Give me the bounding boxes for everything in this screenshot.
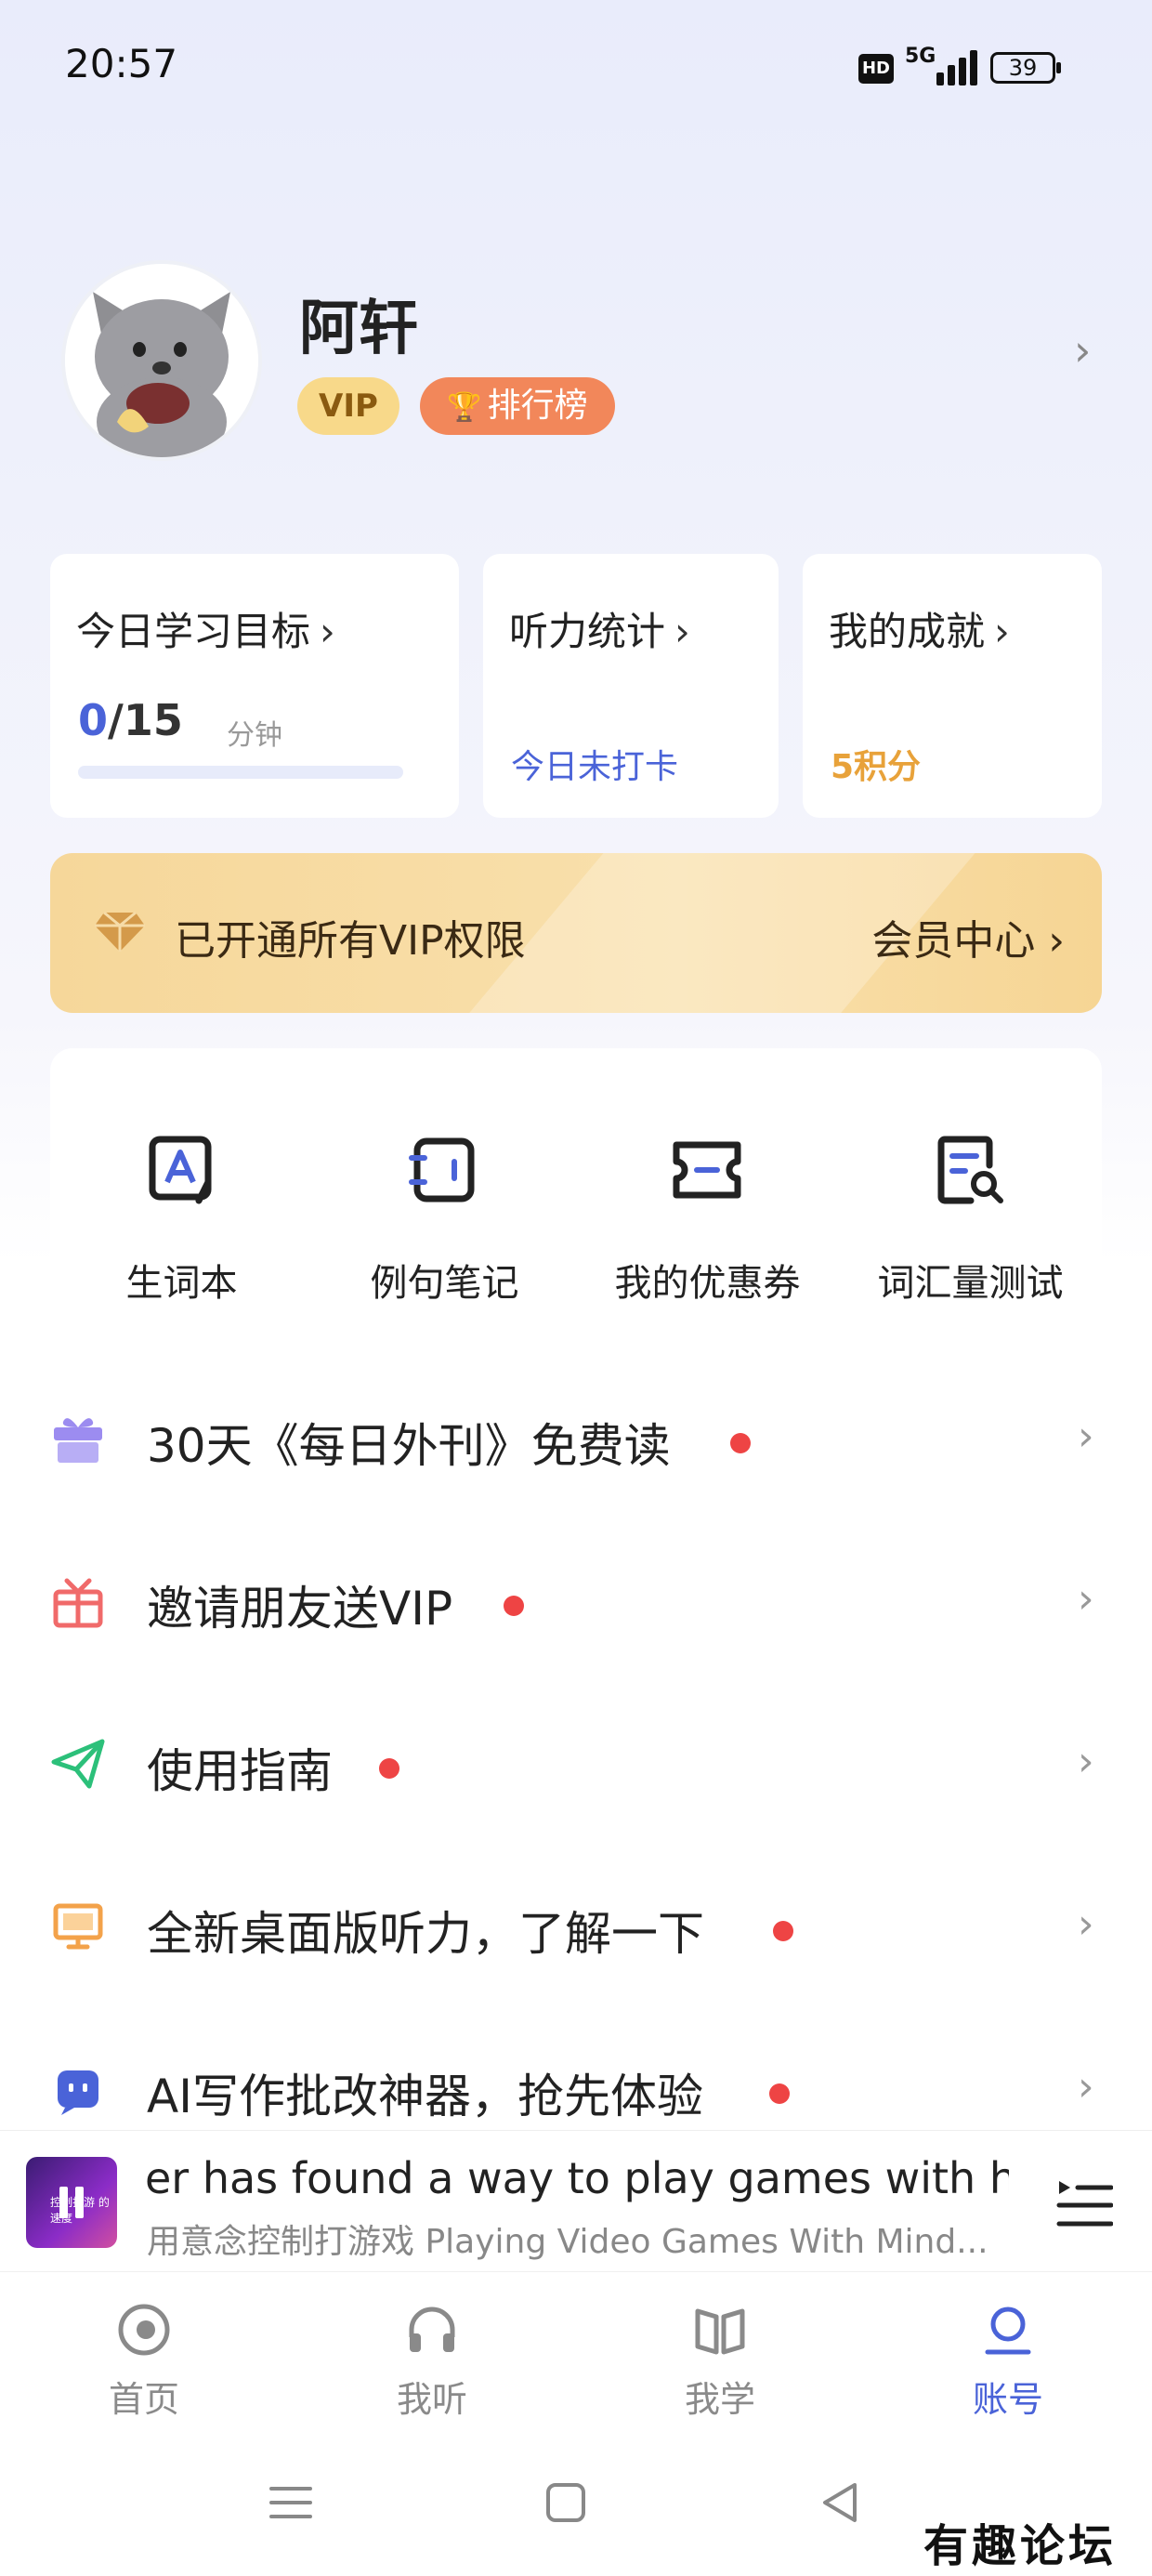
chevron-right-icon: ›: [1078, 2063, 1094, 2110]
paper-plane-icon: [51, 1739, 105, 1789]
menu-item-user-guide[interactable]: 使用指南 ›: [0, 1688, 1152, 1850]
tab-account[interactable]: 账号: [864, 2272, 1152, 2436]
coupon-icon: [673, 1141, 741, 1199]
book-icon: [695, 2308, 745, 2355]
diamond-icon: [95, 911, 145, 952]
vocab-test-label: 词汇量测试: [877, 1262, 1064, 1305]
menu-label: 使用指南: [147, 1744, 333, 1798]
menu-item-daily-magazine[interactable]: 30天《每日外刊》免费读 ›: [0, 1362, 1152, 1525]
chevron-right-icon: ›: [1078, 1575, 1094, 1623]
tab-study[interactable]: 我学: [576, 2272, 864, 2436]
vip-status-text: 已开通所有VIP权限: [175, 917, 526, 965]
status-bar: 20:57 HD 5G 39: [0, 0, 1152, 139]
sentence-notes-button[interactable]: 例句笔记: [313, 1048, 576, 1327]
daily-goal-card[interactable]: 今日学习目标 › 0/15 分钟: [50, 554, 459, 818]
member-center-link[interactable]: 会员中心 ›: [871, 907, 1065, 966]
bottom-tab-bar: 首页 我听 我学 账号: [0, 2271, 1152, 2436]
gift-icon: [53, 1578, 103, 1628]
listening-status: 今日未打卡: [511, 748, 679, 786]
tools-grid: 生词本 例句笔记 我的优惠券 词汇量测试: [50, 1048, 1102, 1327]
menu-label: 邀请朋友送VIP: [147, 1582, 453, 1636]
leaderboard-label: 排行榜: [487, 387, 588, 425]
daily-goal-title: 今日学习目标: [76, 609, 311, 654]
daily-goal-value: 0/15: [78, 695, 183, 745]
achievement-card[interactable]: 我的成就 › 5积分: [803, 554, 1102, 818]
signal-icon: [936, 48, 983, 85]
menu-icon[interactable]: [268, 2479, 314, 2526]
ai-robot-icon: [58, 2070, 98, 2115]
pause-icon[interactable]: [59, 2187, 84, 2218]
menu-label: 30天《每日外刊》免费读: [147, 1419, 671, 1473]
vocab-test-icon: [937, 1136, 1003, 1204]
menu-label: 全新桌面版听力，了解一下: [147, 1907, 704, 1961]
coupon-button[interactable]: 我的优惠券: [576, 1048, 839, 1327]
account-icon: [985, 2307, 1031, 2355]
red-dot-badge: [730, 1433, 751, 1453]
tab-label: 首页: [108, 2379, 179, 2420]
chevron-right-icon: ›: [1078, 1738, 1094, 1785]
status-time: 20:57: [65, 41, 178, 86]
chevron-right-icon: ›: [1078, 1900, 1094, 1948]
battery-icon: 39: [990, 52, 1061, 84]
menu-item-invite-friends[interactable]: 邀请朋友送VIP ›: [0, 1525, 1152, 1688]
player-subtitle: 用意念控制打游戏 Playing Video Games With Mind..…: [147, 2223, 988, 2261]
vocabulary-book-button[interactable]: 生词本: [50, 1048, 313, 1327]
chevron-right-icon: ›: [674, 609, 690, 654]
player-cover[interactable]: 控制打游 的速度: [26, 2157, 117, 2248]
back-icon[interactable]: [818, 2479, 864, 2526]
red-dot-badge: [769, 2083, 790, 2104]
red-dot-badge: [379, 1758, 399, 1779]
user-name: 阿轩: [299, 295, 418, 363]
avatar[interactable]: [61, 260, 262, 461]
vocabulary-book-label: 生词本: [125, 1262, 238, 1305]
vocabulary-book-icon: [149, 1136, 212, 1204]
tab-home[interactable]: 首页: [0, 2272, 288, 2436]
coupon-label: 我的优惠券: [614, 1262, 801, 1305]
listening-stats-card[interactable]: 听力统计 › 今日未打卡: [483, 554, 779, 818]
playlist-icon[interactable]: [1055, 2177, 1113, 2229]
chevron-right-icon: ›: [1048, 917, 1065, 965]
achievement-title: 我的成就: [829, 609, 986, 654]
daily-goal-progress-bar: [78, 766, 403, 779]
player-title: er has found a way to play games with he…: [145, 2153, 1009, 2203]
monitor-icon: [53, 1903, 103, 1950]
tab-label: 我学: [684, 2379, 755, 2420]
chevron-right-icon: ›: [994, 609, 1010, 654]
chevron-right-icon: ›: [320, 609, 335, 654]
profile-header[interactable]: 阿轩 VIP 🏆 排行榜 ›: [61, 260, 1111, 461]
daily-goal-unit: 分钟: [227, 719, 282, 752]
mini-player[interactable]: 控制打游 的速度 er has found a way to play game…: [0, 2130, 1152, 2272]
menu-label: AI写作批改神器，抢先体验: [147, 2070, 703, 2123]
chevron-right-icon: ›: [1074, 325, 1092, 375]
home-square-icon[interactable]: [543, 2479, 589, 2526]
home-icon: [118, 2304, 170, 2356]
achievement-points: 5积分: [831, 748, 922, 786]
gift-box-icon: [54, 1418, 102, 1463]
vip-banner[interactable]: 已开通所有VIP权限 会员中心 ›: [50, 853, 1102, 1013]
menu-item-ai-writing[interactable]: AI写作批改神器，抢先体验 ›: [0, 2013, 1152, 2130]
trophy-icon: 🏆: [447, 391, 482, 424]
listening-stats-title: 听力统计: [509, 609, 666, 654]
tab-listen[interactable]: 我听: [288, 2272, 576, 2436]
sentence-notes-icon: [409, 1137, 475, 1203]
tab-label: 我听: [396, 2379, 467, 2420]
vip-badge: VIP: [297, 377, 399, 435]
network-type: 5G: [905, 45, 936, 68]
watermark: 有趣论坛: [923, 2520, 1118, 2572]
leaderboard-button[interactable]: 🏆 排行榜: [420, 377, 615, 435]
headphones-icon: [409, 2307, 455, 2352]
hd-icon: HD: [858, 54, 894, 84]
menu-item-desktop-version[interactable]: 全新桌面版听力，了解一下 ›: [0, 1850, 1152, 2013]
red-dot-badge: [773, 1921, 793, 1941]
sentence-notes-label: 例句笔记: [370, 1262, 519, 1305]
vocab-test-button[interactable]: 词汇量测试: [839, 1048, 1102, 1327]
chevron-right-icon: ›: [1078, 1413, 1094, 1460]
red-dot-badge: [504, 1596, 524, 1616]
tab-label: 账号: [972, 2379, 1043, 2420]
